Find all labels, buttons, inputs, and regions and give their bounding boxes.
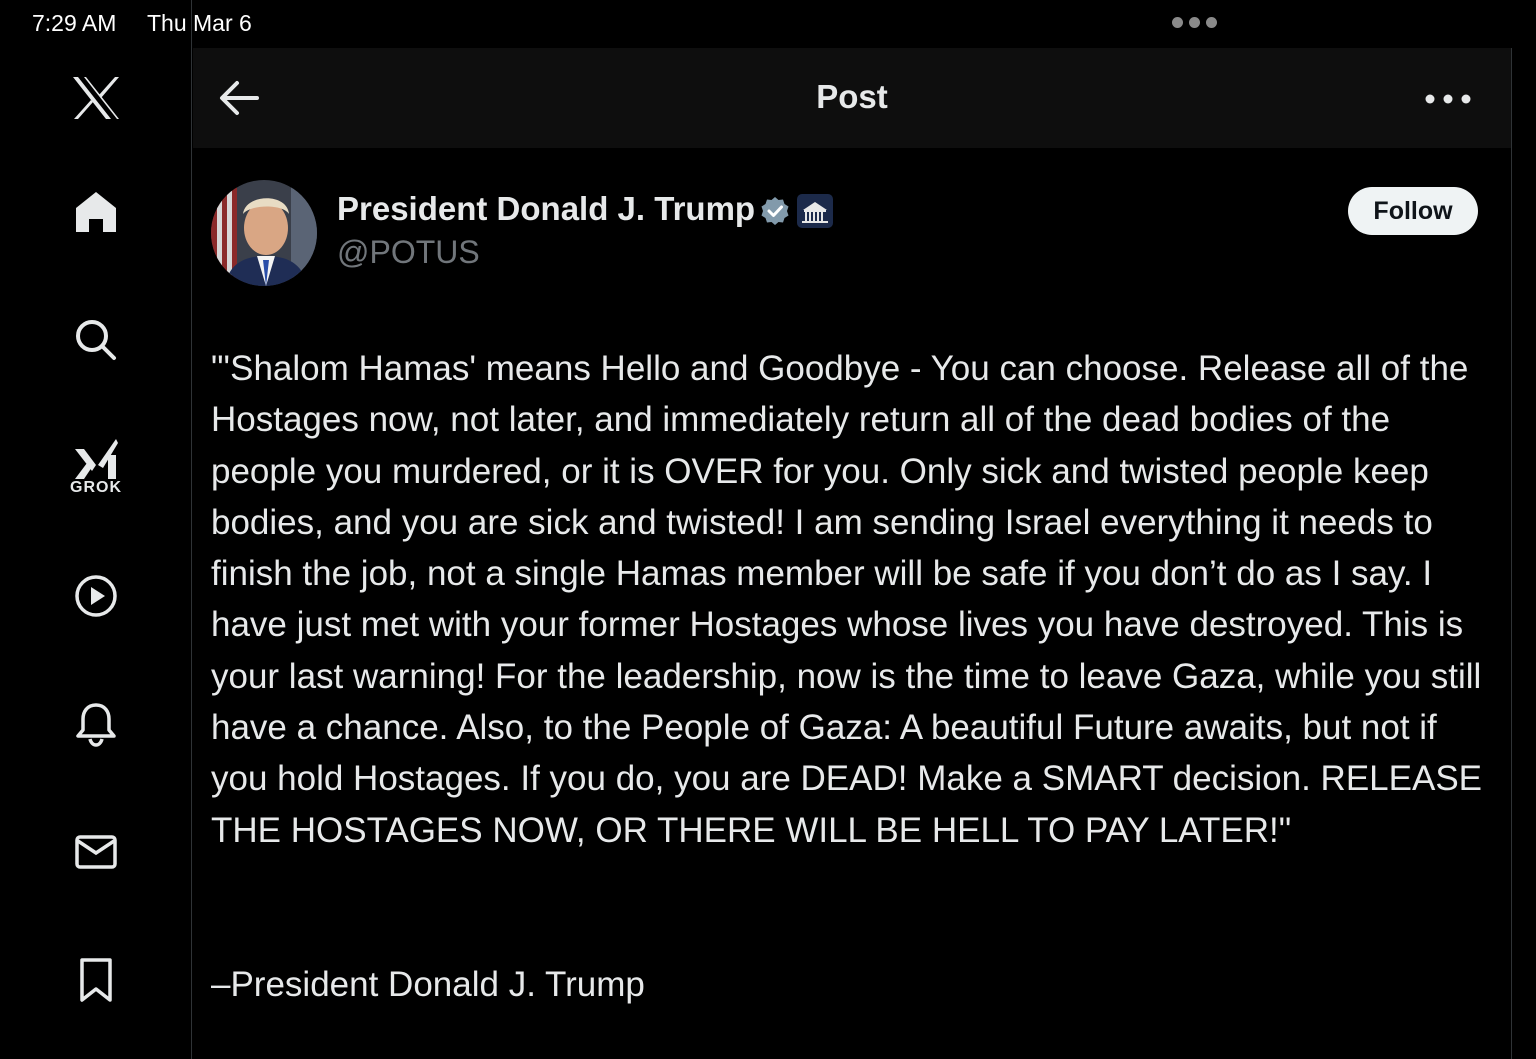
author-handle[interactable]: @POTUS xyxy=(337,234,480,271)
avatar-image xyxy=(211,180,317,286)
grok-icon xyxy=(75,439,118,479)
sidebar-item-notifications[interactable] xyxy=(56,684,136,764)
grok-label: GROK xyxy=(70,479,122,496)
home-icon xyxy=(76,192,116,232)
sidebar-item-home[interactable] xyxy=(56,172,136,252)
more-horizontal-icon xyxy=(1425,94,1471,104)
verified-badge-icon[interactable] xyxy=(760,196,790,226)
author-name[interactable]: President Donald J. Trump xyxy=(337,190,755,228)
follow-button[interactable]: Follow xyxy=(1348,187,1478,235)
notifications-bell-icon xyxy=(76,703,116,747)
more-options-button[interactable] xyxy=(1423,84,1473,114)
multitasking-dots-icon[interactable] xyxy=(1172,17,1217,28)
messages-envelope-icon xyxy=(75,835,117,869)
page-title: Post xyxy=(816,78,888,115)
x-logo-icon xyxy=(73,77,119,119)
white-house-badge-icon[interactable] xyxy=(797,194,833,228)
post-text: "'Shalom Hamas' means Hello and Goodbye … xyxy=(211,349,1483,850)
bookmark-icon xyxy=(80,958,112,1002)
sidebar-item-grok[interactable]: GROK xyxy=(56,426,136,506)
status-bar: 7:29 AM Thu Mar 6 xyxy=(0,0,1536,48)
post-signature: –President Donald J. Trump xyxy=(211,965,645,1004)
video-play-icon xyxy=(75,575,117,617)
sidebar-item-search[interactable] xyxy=(56,300,136,380)
post-header: Post xyxy=(193,48,1511,148)
avatar[interactable] xyxy=(211,180,317,286)
sidebar-item-video[interactable] xyxy=(56,556,136,636)
sidebar-item-messages[interactable] xyxy=(56,812,136,892)
sidebar-item-bookmarks[interactable] xyxy=(56,940,136,1020)
sidebar-item-x-logo[interactable] xyxy=(56,58,136,138)
search-icon xyxy=(76,320,116,360)
column-divider xyxy=(1511,48,1512,1059)
sidebar-nav: GROK xyxy=(0,0,192,1059)
